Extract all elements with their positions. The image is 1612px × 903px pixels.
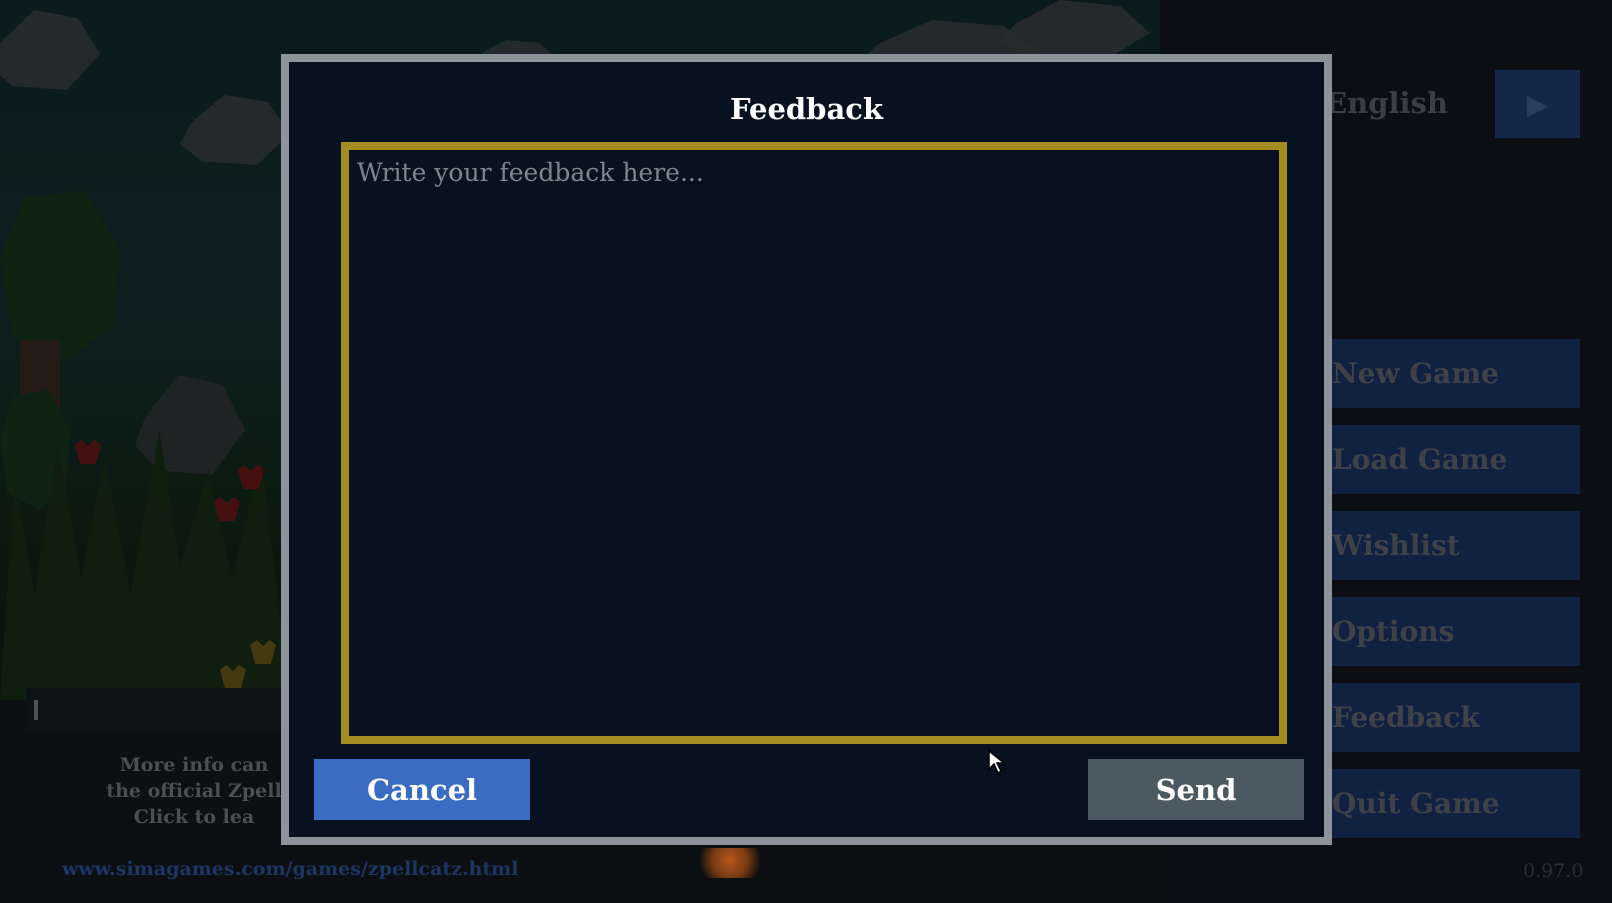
mouse-cursor-icon (988, 749, 1007, 775)
info-line: More info can (119, 754, 269, 776)
wishlist-button[interactable]: Wishlist (1320, 511, 1580, 580)
feedback-dialog: Feedback Cancel Send (281, 54, 1332, 845)
campfire (690, 848, 770, 878)
dialog-title: Feedback (729, 92, 883, 126)
scene-dark-strip (26, 688, 286, 732)
load-game-button[interactable]: Load Game (1320, 425, 1580, 494)
options-button[interactable]: Options (1320, 597, 1580, 666)
info-text[interactable]: More info can the official Zpell Click t… (100, 752, 288, 830)
website-link[interactable]: www.simagames.com/games/zpellcatz.html (62, 858, 518, 880)
quit-game-button[interactable]: Quit Game (1320, 769, 1580, 838)
language-next-button[interactable]: ▶ (1495, 70, 1580, 138)
feedback-menu-button[interactable]: Feedback (1320, 683, 1580, 752)
info-line: the official Zpell (106, 780, 282, 802)
send-button[interactable]: Send (1088, 759, 1304, 820)
version-label: 0.97.0 (1523, 860, 1584, 882)
loading-indicator (34, 700, 38, 720)
cancel-button[interactable]: Cancel (314, 759, 530, 820)
new-game-button[interactable]: New Game (1320, 339, 1580, 408)
play-triangle-icon: ▶ (1526, 87, 1549, 121)
language-label: English (1325, 86, 1448, 120)
feedback-textarea[interactable] (341, 142, 1287, 744)
info-line: Click to lea (133, 806, 255, 828)
